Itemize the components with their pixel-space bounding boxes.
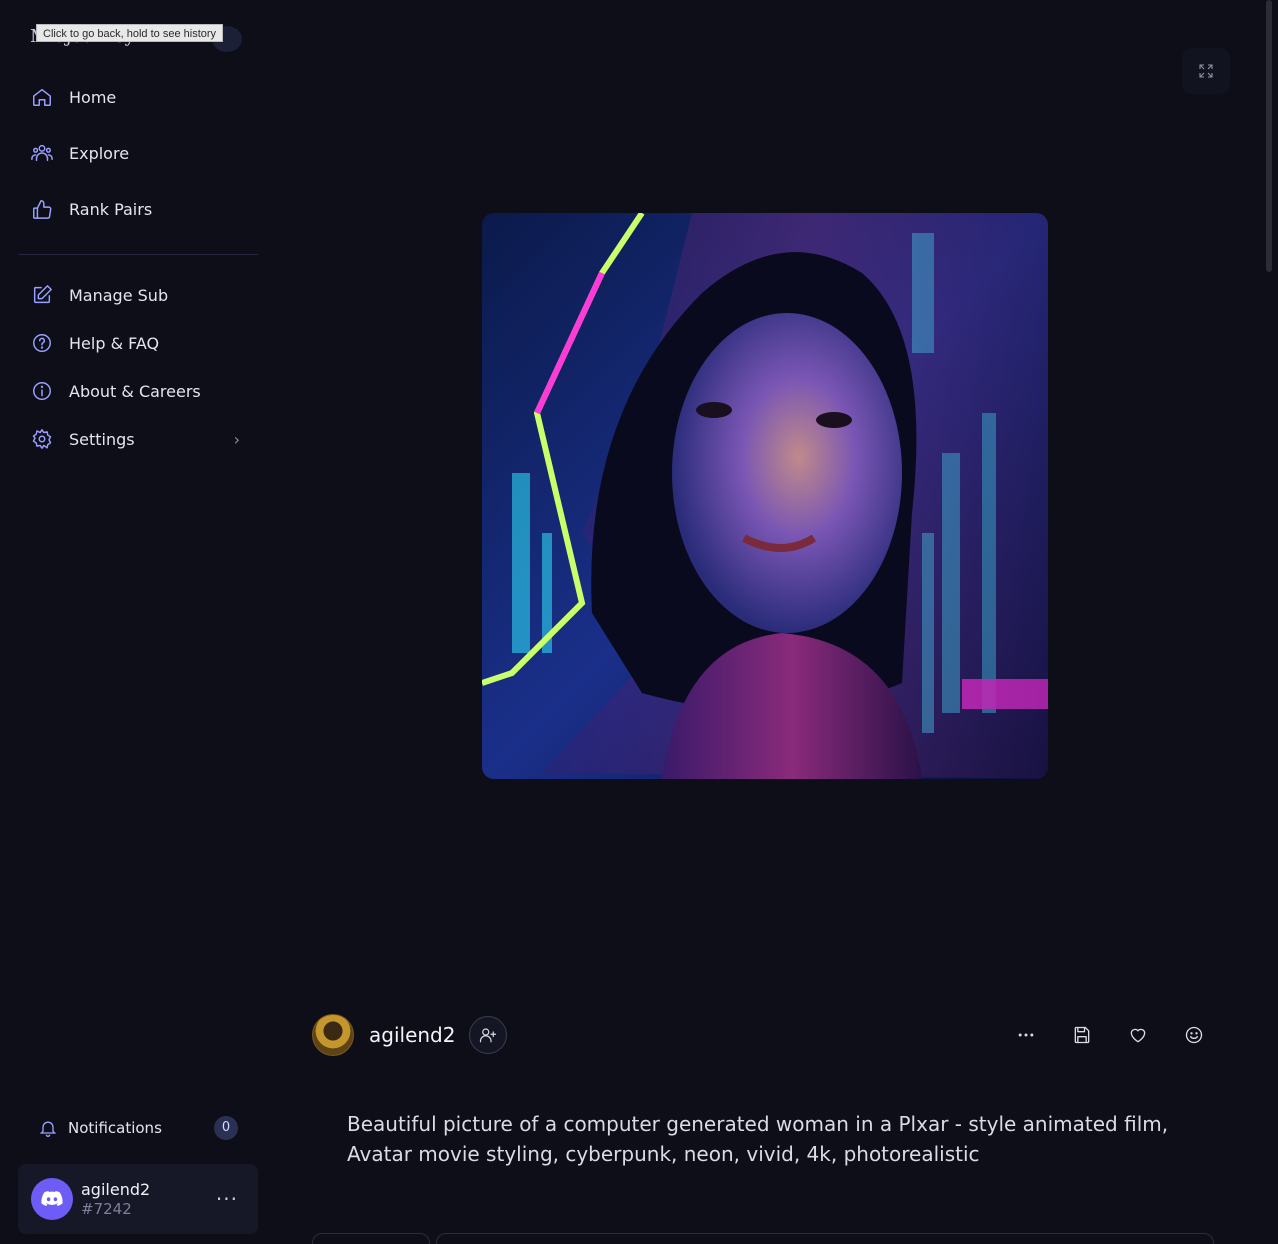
- help-circle-icon: [18, 332, 66, 354]
- portrait-artwork: [482, 213, 1048, 779]
- more-options-button[interactable]: [1012, 1021, 1040, 1049]
- user-more-icon[interactable]: ···: [216, 1187, 238, 1211]
- author-row: agilend2: [312, 1014, 1212, 1056]
- react-button[interactable]: [1180, 1021, 1208, 1049]
- user-plus-icon: [479, 1028, 497, 1043]
- gear-icon: [18, 428, 66, 450]
- nav-item-help[interactable]: Help & FAQ: [18, 323, 258, 363]
- like-button[interactable]: [1124, 1021, 1152, 1049]
- sidebar-divider: [18, 254, 258, 255]
- generated-image[interactable]: [482, 213, 1048, 779]
- avatar[interactable]: [312, 1014, 354, 1056]
- nav-item-label: Explore: [69, 143, 130, 163]
- nav-item-label: Settings: [69, 429, 135, 449]
- chevron-right-icon: ›: [233, 429, 240, 449]
- nav-item-label: Home: [69, 87, 117, 107]
- tag-chip[interactable]: [436, 1233, 1214, 1244]
- nav-item-rank-pairs[interactable]: Rank Pairs: [18, 189, 258, 229]
- sidebar: Midjourney Click to go back, hold to see…: [0, 0, 276, 1244]
- user-name: agilend2: [81, 1180, 151, 1199]
- home-icon: [18, 86, 66, 108]
- nav-item-about[interactable]: About & Careers: [18, 371, 258, 411]
- emoji-icon: [1185, 1026, 1203, 1044]
- nav-item-manage-sub[interactable]: Manage Sub: [18, 275, 258, 315]
- save-icon: [1074, 1026, 1090, 1044]
- edit-icon: [18, 284, 66, 306]
- user-meta: agilend2 #7242: [81, 1180, 150, 1218]
- nav-item-settings[interactable]: Settings ›: [18, 419, 258, 459]
- more-icon: [1018, 1033, 1034, 1037]
- heart-icon: [1130, 1028, 1146, 1043]
- notifications-label: Notifications: [68, 1119, 162, 1137]
- info-icon: [18, 380, 66, 402]
- nav-item-label: About & Careers: [69, 381, 201, 401]
- expand-icon: [1199, 64, 1213, 78]
- notifications-count-badge: 0: [214, 1116, 238, 1140]
- back-tooltip: Click to go back, hold to see history: [36, 24, 224, 42]
- notifications-button[interactable]: Notifications 0: [18, 1108, 258, 1148]
- save-button[interactable]: [1068, 1021, 1096, 1049]
- nav-item-label: Rank Pairs: [69, 199, 153, 219]
- nav-item-explore[interactable]: Explore: [18, 133, 258, 173]
- thumbs-up-icon: [18, 198, 66, 220]
- fullscreen-button[interactable]: [1182, 48, 1230, 94]
- user-tag: #7242: [81, 1200, 132, 1218]
- people-icon: [18, 142, 66, 164]
- follow-button[interactable]: [469, 1016, 507, 1054]
- nav-item-label: Manage Sub: [69, 285, 169, 305]
- user-card[interactable]: agilend2 #7242 ···: [18, 1164, 258, 1234]
- tag-chip[interactable]: [312, 1233, 430, 1244]
- discord-icon: [31, 1178, 73, 1220]
- prompt-text: Beautiful picture of a computer generate…: [347, 1112, 1169, 1166]
- nav-item-home[interactable]: Home: [18, 77, 258, 117]
- author-name[interactable]: agilend2: [369, 1023, 455, 1047]
- scrollbar[interactable]: [1266, 0, 1272, 272]
- nav-item-label: Help & FAQ: [69, 333, 160, 353]
